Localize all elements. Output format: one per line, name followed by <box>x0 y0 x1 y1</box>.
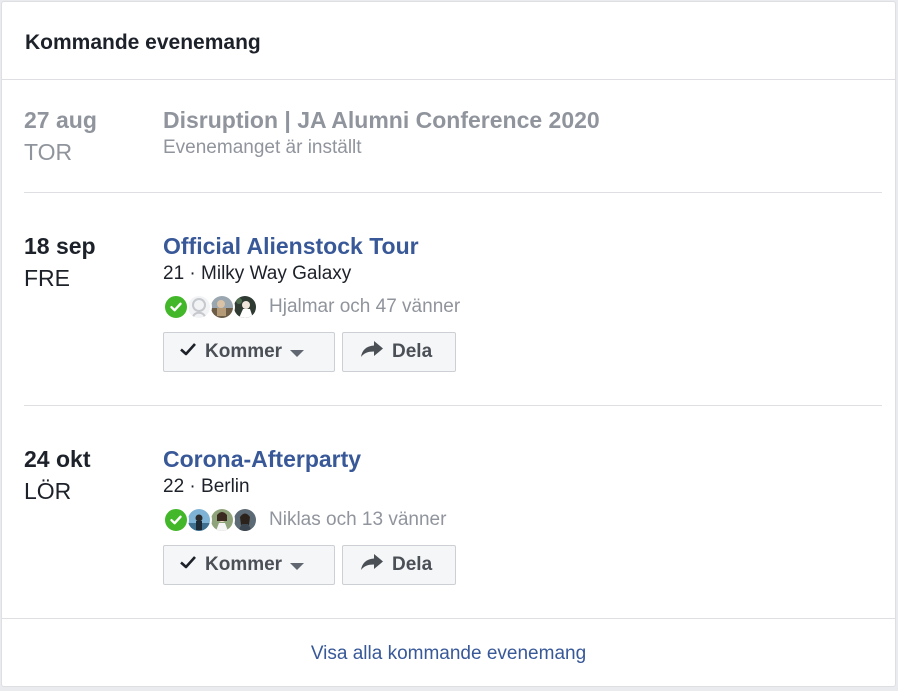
event-status: Evenemanget är inställt <box>163 137 362 158</box>
friend-avatar[interactable] <box>232 507 258 533</box>
going-dropdown-button[interactable]: Kommer <box>163 545 335 585</box>
friends-going-text: Hjalmar och 47 vänner <box>269 296 461 317</box>
share-button[interactable]: Dela <box>342 545 456 585</box>
event-actions: Kommer Dela <box>163 332 863 372</box>
event-date-weekday: TOR <box>24 139 73 165</box>
friends-going[interactable]: Hjalmar och 47 vänner <box>163 292 863 322</box>
friends-going-text: Niklas och 13 vänner <box>269 509 447 530</box>
check-circle-icon <box>163 294 189 320</box>
see-all-events-link[interactable]: Visa alla kommande evenemang <box>311 643 586 665</box>
event-item: 27 aug TOR Disruption | JA Alumni Confer… <box>24 106 882 166</box>
going-dropdown-button[interactable]: Kommer <box>163 332 335 372</box>
event-title: Disruption | JA Alumni Conference 2020 <box>163 107 600 133</box>
share-arrow-icon <box>360 340 384 364</box>
event-date: 27 aug TOR <box>24 106 154 166</box>
checkmark-icon <box>179 554 197 576</box>
friend-avatar[interactable] <box>186 294 212 320</box>
event-info: Official Alienstock Tour 21 · Milky Way … <box>163 232 863 372</box>
event-actions: Kommer Dela <box>163 545 863 585</box>
event-date-day: 18 sep <box>24 233 96 259</box>
upcoming-events-card: Kommande evenemang 27 aug TOR Disruption… <box>1 1 896 687</box>
caret-down-icon <box>290 349 305 357</box>
event-details: 21 · Milky Way Galaxy <box>163 263 352 284</box>
event-date-weekday: LÖR <box>24 478 72 504</box>
caret-down-icon <box>290 562 305 570</box>
share-arrow-icon <box>360 553 384 577</box>
friend-avatar[interactable] <box>186 507 212 533</box>
event-date: 18 sep FRE <box>24 232 154 292</box>
event-item: 18 sep FRE Official Alienstock Tour 21 ·… <box>24 232 882 382</box>
card-header: Kommande evenemang <box>2 2 895 80</box>
event-info: Disruption | JA Alumni Conference 2020 E… <box>163 106 863 160</box>
event-info: Corona-Afterparty 22 · Berlin Niklas och… <box>163 445 863 585</box>
going-button-label: Kommer <box>205 341 283 362</box>
event-details: 22 · Berlin <box>163 476 250 497</box>
event-date: 24 okt LÖR <box>24 445 154 505</box>
share-button-label: Dela <box>392 341 433 362</box>
event-divider <box>24 405 882 406</box>
event-divider <box>24 192 882 193</box>
going-button-label: Kommer <box>205 554 283 575</box>
card-footer: Visa alla kommande evenemang <box>2 618 895 686</box>
event-date-weekday: FRE <box>24 265 70 291</box>
friends-going[interactable]: Niklas och 13 vänner <box>163 505 863 535</box>
check-circle-icon <box>163 507 189 533</box>
friend-avatar[interactable] <box>209 294 235 320</box>
event-title-link[interactable]: Corona-Afterparty <box>163 445 361 473</box>
friend-avatar[interactable] <box>209 507 235 533</box>
checkmark-icon <box>179 341 197 363</box>
event-title-link[interactable]: Official Alienstock Tour <box>163 232 419 260</box>
event-item: 24 okt LÖR Corona-Afterparty 22 · Berlin <box>24 445 882 595</box>
share-button-label: Dela <box>392 554 433 575</box>
card-title: Kommande evenemang <box>25 30 261 54</box>
event-date-day: 24 okt <box>24 446 91 472</box>
share-button[interactable]: Dela <box>342 332 456 372</box>
event-date-day: 27 aug <box>24 107 97 133</box>
friend-avatar[interactable] <box>232 294 258 320</box>
